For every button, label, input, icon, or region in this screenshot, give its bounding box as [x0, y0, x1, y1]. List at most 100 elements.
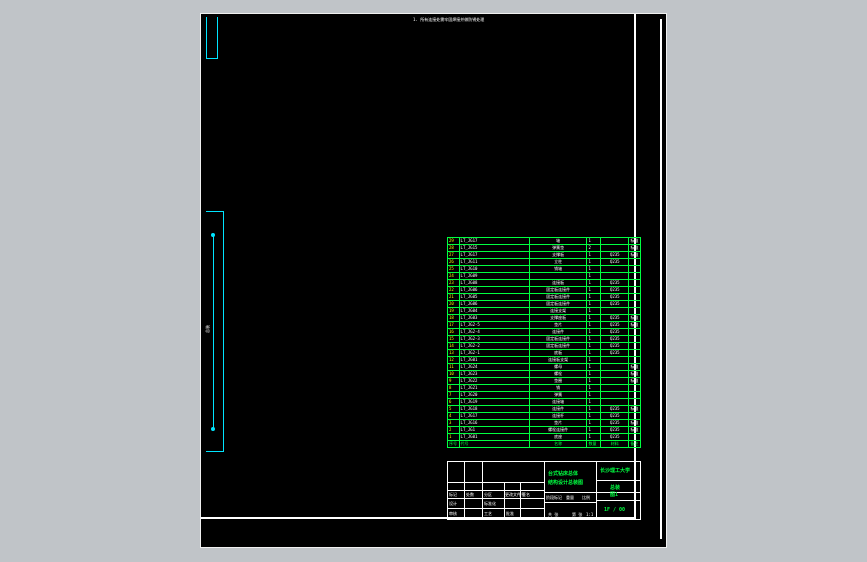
bom-cell-note — [628, 272, 641, 280]
cyan-leader-line — [206, 17, 207, 59]
bom-cell-material: Q235 — [600, 258, 630, 266]
bom-cell-no: 13 — [447, 349, 460, 357]
bom-cell-note — [628, 384, 641, 392]
bom-cell-material — [600, 265, 630, 273]
bom-cell-note: 标准 — [628, 426, 641, 434]
bom-cell-code: LT_JG16 — [458, 419, 530, 427]
bom-cell-name: 垫片 — [528, 321, 588, 329]
bom-row: 28 LT_JG15 弹簧垫 2 标准 — [447, 244, 641, 252]
bom-cell-code: LT_JG2-3 — [458, 335, 530, 343]
bom-cell-name: 弹簧垫 — [528, 244, 588, 252]
bom-cell-note: 标准 — [628, 405, 641, 413]
cyan-leader-line — [206, 58, 218, 59]
bom-row: 22 LT_JG06 固定板连接件 1 Q235 — [447, 286, 641, 294]
bom-cell-code: LT_JG2-2 — [458, 342, 530, 350]
bom-row: 9 LT_JG22 垫圈 1 标准 — [447, 377, 641, 385]
bom-row: 1 LT_JG01 底座 1 Q235 — [447, 433, 641, 441]
bom-cell-qty: 1 — [586, 391, 602, 399]
bom-row: 4 LT_JG17 连接杆 1 Q235 — [447, 412, 641, 420]
bom-cell-name: 螺栓 — [528, 370, 588, 378]
bom-header-qty: 数量 — [586, 440, 602, 448]
bom-cell-no: 21 — [447, 293, 460, 301]
bom-row: 19 LT_JG04 连接支架 1 — [447, 307, 641, 315]
bom-cell-material — [600, 237, 630, 245]
bom-cell-qty: 1 — [586, 272, 602, 280]
bom-cell-material — [600, 356, 630, 364]
bom-header-name: 名称 — [528, 440, 588, 448]
bom-cell-material — [600, 244, 630, 252]
bom-row: 6 LT_JG19 连接轴 1 — [447, 398, 641, 406]
bom-cell-material: Q235 — [600, 286, 630, 294]
bom-cell-code: LT_JG17 — [458, 251, 530, 259]
bom-header-material: 材料 — [600, 440, 630, 448]
bom-cell-code: LT_JG01 — [458, 433, 530, 441]
bom-cell-code: LT_JG24 — [458, 363, 530, 371]
bom-cell-material: Q235 — [600, 349, 630, 357]
frame-right-border — [660, 19, 662, 539]
bom-header-code: 代号 — [458, 440, 530, 448]
bom-cell-note: 标准 — [628, 377, 641, 385]
bom-cell-qty: 1 — [586, 251, 602, 259]
bom-cell-qty: 1 — [586, 342, 602, 350]
bom-cell-material: Q235 — [600, 314, 630, 322]
bom-cell-name — [528, 272, 588, 280]
cad-viewport[interactable]: 1. 所有连接处需牢固焊接并做防锈处理 总装 29 LT_JG17 轴 1 标准 28 LT… — [0, 0, 867, 562]
bom-cell-material: Q235 — [600, 335, 630, 343]
bom-cell-qty: 1 — [586, 335, 602, 343]
bom-cell-qty: 1 — [586, 419, 602, 427]
cyan-node-dot — [211, 427, 215, 431]
bom-row: 10 LT_JG23 螺栓 1 标准 — [447, 370, 641, 378]
drawing-name-line2: 结构设计总装图 — [548, 480, 584, 486]
bom-cell-qty: 1 — [586, 258, 602, 266]
bom-cell-material: Q235 — [600, 433, 630, 441]
bom-cell-code: LT_JG2-5 — [458, 321, 530, 329]
bom-cell-qty: 1 — [586, 300, 602, 308]
bill-of-materials: 29 LT_JG17 轴 1 标准 28 LT_JG15 弹簧垫 2 标准 27 LT_JG17 支撑板… — [447, 237, 641, 448]
drawing-name-line1: 台式钻床总体 — [548, 471, 579, 477]
bom-cell-code: LT_JG11 — [458, 258, 530, 266]
bom-cell-material: Q235 — [600, 300, 630, 308]
bom-cell-no: 10 — [447, 370, 460, 378]
title-block: 标记 处数 分区 更改文件号 签名 设计 标准化 审核 工艺 批准 台式钻床总体… — [447, 461, 641, 520]
cyan-leader-line — [217, 17, 218, 59]
bom-cell-code: LT_JG18 — [458, 405, 530, 413]
bom-cell-material: Q235 — [600, 321, 630, 329]
bom-row: 29 LT_JG17 轴 1 标准 — [447, 237, 641, 245]
bom-row: 14 LT_JG2-2 固定板连接件 1 Q235 — [447, 342, 641, 350]
bom-row: 21 LT_JG05 固定板连接件 1 Q235 — [447, 293, 641, 301]
bom-cell-code: LT_JG23 — [458, 370, 530, 378]
tb-label-review: 审核 — [449, 511, 457, 516]
bom-cell-qty: 1 — [586, 412, 602, 420]
bom-row: 12 LT_JG01 连接板支架 1 — [447, 356, 641, 364]
bom-cell-name: 立柱 — [528, 258, 588, 266]
bom-cell-no: 9 — [447, 377, 460, 385]
tb-label-standard: 标准化 — [484, 501, 496, 506]
bom-cell-no: 6 — [447, 398, 460, 406]
bom-row: 18 LT_JG03 支撑座板 1 Q235 标准 — [447, 314, 641, 322]
bom-cell-code: LT_JG06 — [458, 286, 530, 294]
bom-cell-note — [628, 342, 641, 350]
bom-cell-material — [600, 272, 630, 280]
bom-cell-name: 连接板 — [528, 279, 588, 287]
tb-label-stage: 阶段标记 — [546, 495, 562, 500]
bom-cell-code: LT_JG2-1 — [458, 349, 530, 357]
bom-cell-no: 16 — [447, 328, 460, 336]
bom-cell-note — [628, 356, 641, 364]
tb-label-weight: 重量 — [566, 495, 574, 500]
bom-cell-name: 底板 — [528, 349, 588, 357]
bom-header-note: 备注 — [628, 440, 641, 448]
bom-cell-code: LT_JG06 — [458, 300, 530, 308]
bom-cell-no: 23 — [447, 279, 460, 287]
bom-cell-note: 标准 — [628, 363, 641, 371]
bom-cell-material: Q235 — [600, 405, 630, 413]
bom-cell-qty: 1 — [586, 398, 602, 406]
tb-label-process: 工艺 — [484, 511, 492, 516]
school-name: 长沙理工大学 — [600, 468, 631, 474]
bom-cell-code: LT_JG22 — [458, 377, 530, 385]
bom-cell-note — [628, 412, 641, 420]
bom-cell-name: 轴 — [528, 237, 588, 245]
bom-cell-name: 连接轴 — [528, 398, 588, 406]
bom-cell-code: LT_JG08 — [458, 279, 530, 287]
bom-header-no: 序号 — [447, 440, 460, 448]
bom-cell-name: 销轴 — [528, 265, 588, 273]
